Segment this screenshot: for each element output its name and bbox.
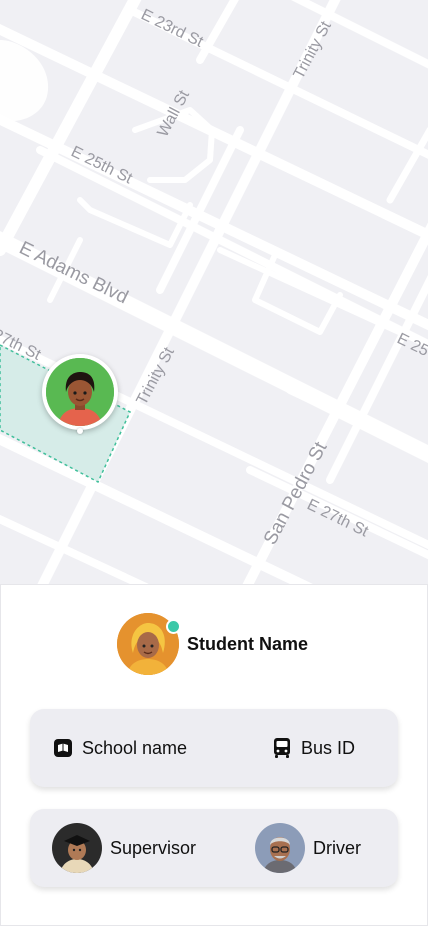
supervisor-label: Supervisor xyxy=(110,837,197,858)
bus-icon xyxy=(271,737,293,759)
student-location-pin[interactable] xyxy=(42,354,118,430)
school-name: School name xyxy=(82,737,188,758)
pin-anchor xyxy=(77,428,83,434)
book-icon xyxy=(52,737,74,759)
supervisor-info[interactable]: Supervisor xyxy=(52,809,196,887)
bus-id: Bus ID xyxy=(301,737,356,758)
online-status-dot xyxy=(166,619,181,634)
map-view[interactable]: E 23rd St Trinity St Wall St E 25th St E… xyxy=(0,0,428,584)
student-header[interactable]: Student Name xyxy=(117,612,308,676)
driver-avatar xyxy=(255,823,305,873)
student-avatar-pin xyxy=(46,358,114,426)
school-info[interactable]: School name xyxy=(52,709,187,787)
student-name: Student Name xyxy=(187,633,309,654)
supervisor-avatar xyxy=(52,823,102,873)
map-canvas: E 23rd St Trinity St Wall St E 25th St E… xyxy=(0,0,428,584)
bus-info[interactable]: Bus ID xyxy=(271,709,355,787)
driver-info[interactable]: Driver xyxy=(255,809,361,887)
staff-card: Supervisor Driver xyxy=(30,809,398,887)
student-avatar xyxy=(117,613,181,675)
school-bus-card: School name Bus ID xyxy=(30,709,398,787)
driver-label: Driver xyxy=(313,837,361,858)
